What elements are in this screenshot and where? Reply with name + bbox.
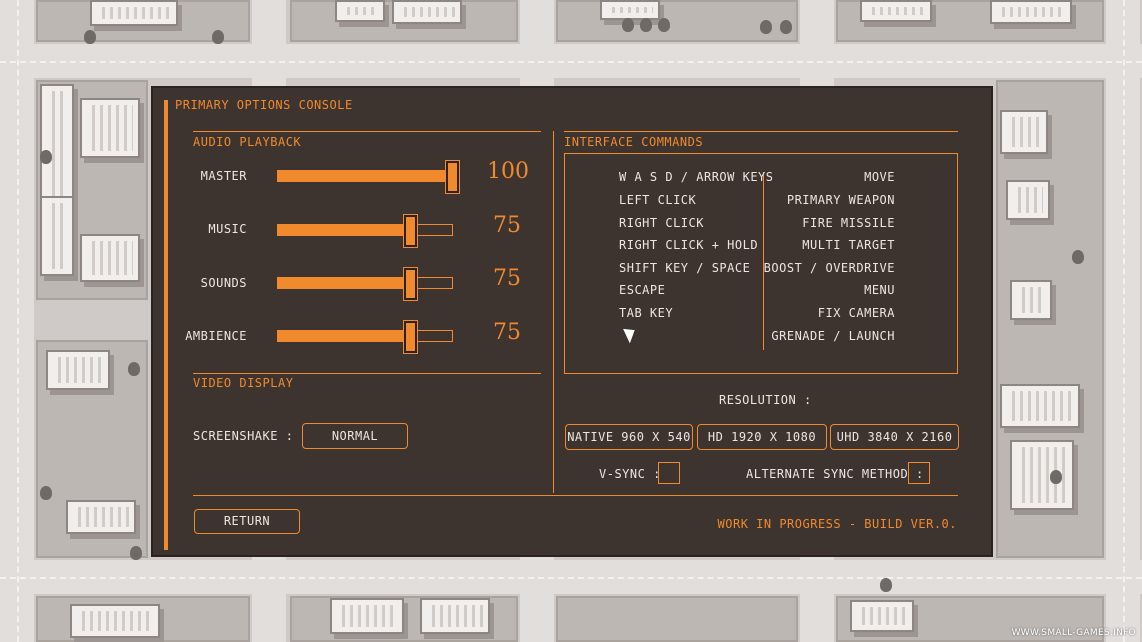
command-action: BOOST / OVERDRIVE <box>763 261 895 275</box>
panel-title: PRIMARY OPTIONS CONSOLE <box>175 98 353 112</box>
master-slider-knob[interactable] <box>445 160 460 194</box>
resolution-native-button[interactable]: NATIVE 960 X 540 <box>565 424 693 450</box>
command-key: ESCAPE <box>619 283 666 297</box>
watermark: WWW.SMALL-GAMES.INFO <box>1011 628 1136 638</box>
mouse-cursor-icon <box>623 324 639 344</box>
music-slider[interactable] <box>277 214 453 248</box>
command-action: MULTI TARGET <box>802 238 895 252</box>
master-label: MASTER <box>200 169 247 183</box>
options-console-panel: PRIMARY OPTIONS CONSOLE AUDIO PLAYBACK M… <box>151 86 993 557</box>
music-slider-knob[interactable] <box>403 214 418 248</box>
interface-top-rule <box>564 131 958 132</box>
master-slider[interactable] <box>277 160 460 194</box>
sounds-slider[interactable] <box>277 267 453 301</box>
ambience-slider[interactable] <box>277 320 453 354</box>
command-action: MOVE <box>864 170 895 184</box>
command-key: TAB KEY <box>619 306 674 320</box>
vsync-label: V-SYNC : <box>599 467 661 481</box>
ambience-value: 75 <box>493 320 521 345</box>
sounds-label: SOUNDS <box>200 276 247 290</box>
column-divider <box>553 131 554 493</box>
command-action: MENU <box>864 283 895 297</box>
resolution-uhd-button[interactable]: UHD 3840 X 2160 <box>830 424 959 450</box>
resolution-label: RESOLUTION : <box>719 393 812 407</box>
video-section-title: VIDEO DISPLAY <box>193 376 294 390</box>
sounds-slider-knob[interactable] <box>403 267 418 301</box>
command-key: SHIFT KEY / SPACE <box>619 261 751 275</box>
video-top-rule <box>193 373 541 374</box>
vsync-checkbox[interactable] <box>658 462 680 484</box>
ambience-slider-fill <box>278 331 409 341</box>
command-action: GRENADE / LAUNCH <box>771 329 895 343</box>
command-key: W A S D / ARROW KEYS <box>619 170 774 184</box>
command-action: FIX CAMERA <box>817 306 895 320</box>
screenshake-label: SCREENSHAKE : <box>193 429 294 443</box>
ambience-slider-knob[interactable] <box>403 320 418 354</box>
music-label: MUSIC <box>208 222 247 236</box>
master-value: 100 <box>487 159 529 184</box>
music-value: 75 <box>493 213 521 238</box>
command-key: RIGHT CLICK + HOLD <box>619 238 759 252</box>
command-action: PRIMARY WEAPON <box>786 193 895 207</box>
resolution-hd-button[interactable]: HD 1920 X 1080 <box>697 424 827 450</box>
ambience-label: AMBIENCE <box>185 329 247 343</box>
master-slider-fill <box>278 171 452 181</box>
interface-section-title: INTERFACE COMMANDS <box>564 135 704 149</box>
sounds-slider-fill <box>278 278 409 288</box>
audio-section-title: AUDIO PLAYBACK <box>193 135 302 149</box>
music-slider-fill <box>278 225 409 235</box>
footer-rule <box>193 495 958 496</box>
build-version-text: WORK IN PROGRESS - BUILD VER.0. <box>717 517 957 531</box>
interface-commands-box: W A S D / ARROW KEYS MOVE LEFT CLICK PRI… <box>564 153 958 374</box>
alternate-sync-label: ALTERNATE SYNC METHOD : <box>746 467 924 481</box>
command-action: FIRE MISSILE <box>802 216 895 230</box>
sounds-value: 75 <box>493 266 521 291</box>
panel-accent-bar <box>164 100 168 550</box>
screenshake-button[interactable]: NORMAL <box>302 423 408 449</box>
command-key: LEFT CLICK <box>619 193 697 207</box>
return-button[interactable]: RETURN <box>194 509 300 534</box>
alternate-sync-checkbox[interactable] <box>908 462 930 484</box>
command-key: RIGHT CLICK <box>619 216 704 230</box>
audio-top-rule <box>193 131 541 132</box>
